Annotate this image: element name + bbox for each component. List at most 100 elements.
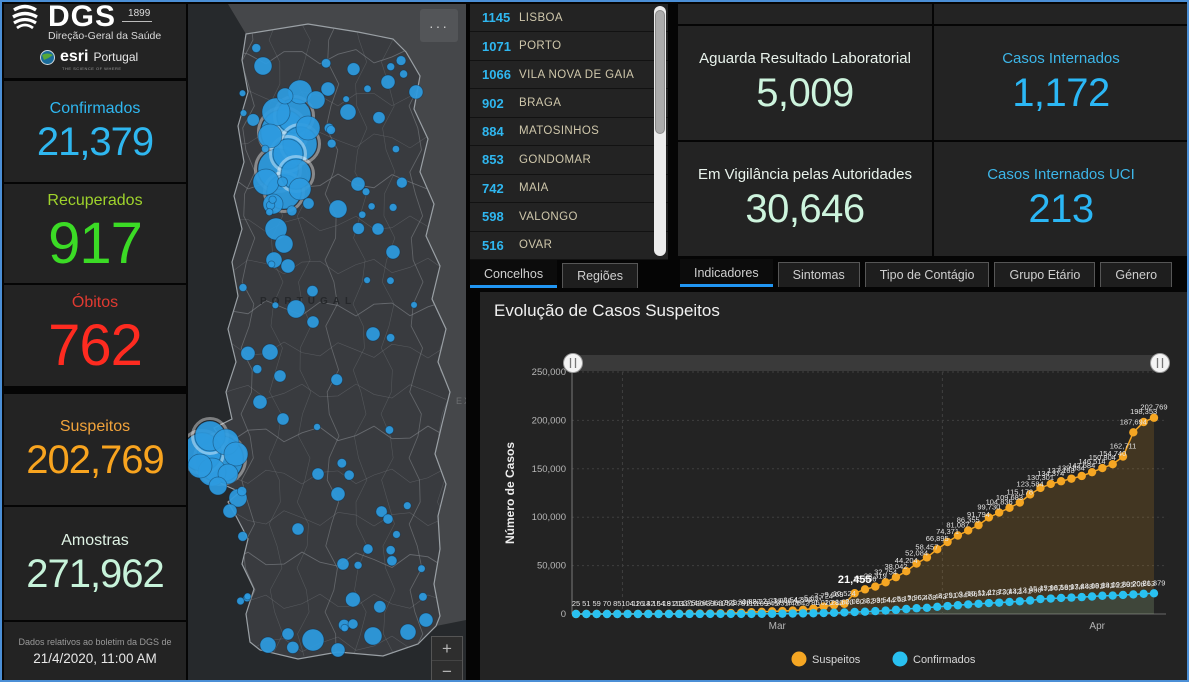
logo-panel: DGS 1899 Direção-Geral da Saúde esri Por… [4,4,186,78]
stat-recuperados: Recuperados 917 [4,184,186,283]
tab-regioes[interactable]: Regiões [562,263,638,288]
tab-indicadores[interactable]: Indicadores [680,259,773,287]
slider-handle-end[interactable] [1151,354,1170,373]
indicator-internados-uci: Casos Internados UCI 213 [934,142,1188,256]
tab-genero[interactable]: Género [1100,262,1172,287]
esri-globe-icon [40,50,55,65]
tab-sintomas[interactable]: Sintomas [778,262,860,287]
tab-tipo-de-contagio[interactable]: Tipo de Contágio [865,262,990,287]
map-canvas[interactable]: PORTUGALEX [188,4,466,680]
svg-text:30: 30 [696,599,704,608]
scrollbar-thumb[interactable] [655,10,665,134]
svg-text:59: 59 [727,599,735,608]
list-item[interactable]: 742 MAIA [470,175,668,203]
stat-value: 21,379 [37,120,153,164]
case-count: 1066 [482,67,512,82]
source-note-text: Dados relativos ao boletim da DGS de [18,637,171,647]
case-count: 902 [482,96,512,111]
indicator-label: Aguarda Resultado Laboratorial [699,50,911,67]
svg-text:100,000: 100,000 [532,512,566,523]
indicator-value: 30,646 [745,187,864,232]
stat-label: Confirmados [50,100,141,118]
svg-text:59: 59 [592,599,600,608]
tab-concelhos[interactable]: Concelhos [470,260,557,288]
svg-text:Suspeitos: Suspeitos [812,654,861,666]
concelho-name: OVAR [519,239,552,251]
svg-text:0: 0 [561,609,566,620]
concelho-name: MATOSINHOS [519,125,599,137]
indicator-value: 213 [1028,187,1093,232]
case-count: 884 [482,124,512,139]
list-item[interactable]: 1071PORTO [470,32,668,60]
list-item[interactable]: 902 BRAGA [470,89,668,117]
concelho-name: GONDOMAR [519,154,591,166]
indicators-grid: Aguarda Resultado Laboratorial 5,009 Cas… [678,26,1188,256]
svg-text:2: 2 [636,599,640,608]
list-item[interactable]: 884 MATOSINHOS [470,118,668,146]
list-item[interactable]: 598VALONGO [470,203,668,231]
highlighted-point-label: 21,455 [838,574,872,586]
case-count: 742 [482,181,512,196]
case-count: 1145 [482,10,512,25]
map-more-button[interactable]: ··· [420,9,458,42]
concelhos-tabs: Concelhos Regiões [470,260,638,288]
svg-text:187,694: 187,694 [1120,417,1147,426]
dgs-subtitle: Direção-Geral da Saúde [48,30,161,42]
svg-text:51: 51 [582,599,590,608]
case-count: 853 [482,152,512,167]
stat-amostras: Amostras 271,962 [4,507,186,620]
indicator-casos-internados: Casos Internados 1,172 [934,26,1188,140]
concelho-name: MAIA [519,182,549,194]
indicator-aguarda-resultado: Aguarda Resultado Laboratorial 5,009 [678,26,932,140]
zoom-in-button[interactable]: + [432,637,462,660]
source-note-date: 21/4/2020, 11:00 AM [33,651,157,666]
stat-value: 917 [48,212,142,276]
chart-canvas[interactable]: 050,000100,000150,000200,000250,000MarAp… [480,292,1188,680]
concelho-name: BRAGA [519,97,561,109]
data-source-note: Dados relativos ao boletim da DGS de 21/… [4,622,186,680]
svg-text:4: 4 [646,599,650,608]
map-panel[interactable]: PORTUGALEX ··· + − [188,4,466,680]
indicator-value: 5,009 [756,71,854,116]
indicator-label: Casos Internados [1002,50,1120,67]
stat-label: Suspeitos [60,418,130,436]
stat-suspeitos: Suspeitos 202,769 [4,394,186,505]
svg-text:41: 41 [716,599,724,608]
esri-wordmark: esri [60,48,88,66]
x-axis-month-labels: MarApr [769,621,1106,632]
svg-text:58,457: 58,457 [915,542,938,551]
concelho-name: VILA NOVA DE GAIA [519,69,634,81]
stat-value: 271,962 [26,552,164,596]
case-count: 598 [482,209,512,224]
indicator-tabs: Indicadores Sintomas Tipo de Contágio Gr… [680,259,1172,287]
stat-value: 202,769 [26,438,164,482]
clipped-panel [678,4,932,24]
list-item[interactable]: 853 GONDOMAR [470,146,668,174]
stat-label: Óbitos [72,294,118,312]
list-scrollbar [654,6,666,256]
svg-text:Confirmados: Confirmados [913,654,976,666]
zoom-out-button[interactable]: − [432,660,462,680]
list-item[interactable]: 516OVAR [470,232,668,260]
slider-handle-start[interactable] [564,354,583,373]
list-item[interactable]: 1145LISBOA [470,4,668,32]
svg-text:250,000: 250,000 [532,367,566,378]
tab-grupo-etario[interactable]: Grupo Etário [994,262,1095,287]
dgs-year: 1899 [122,4,152,22]
chart-legend[interactable]: Suspeitos Confirmados [792,652,976,667]
map-region-edge-label: EX [456,396,466,406]
svg-text:39: 39 [706,599,714,608]
time-range-slider[interactable] [564,354,1170,373]
chart-panel: Evolução de Casos Suspeitos 050,000100,0… [480,292,1188,680]
concelhos-panel: 1145LISBOA 1071PORTO 1066 VILA NOVA DE GA… [470,4,668,288]
svg-text:162,711: 162,711 [1110,441,1137,450]
indicator-label: Em Vigilância pelas Autoridades [698,166,912,183]
list-item[interactable]: 1066 VILA NOVA DE GAIA [470,61,668,89]
svg-text:50,000: 50,000 [537,561,566,572]
indicator-value: 1,172 [1012,71,1110,116]
svg-text:91,794: 91,794 [967,510,990,519]
svg-text:78: 78 [737,599,745,608]
stat-confirmados: Confirmados 21,379 [4,81,186,182]
clipped-panels-strip [678,4,1188,24]
svg-text:85: 85 [613,599,621,608]
